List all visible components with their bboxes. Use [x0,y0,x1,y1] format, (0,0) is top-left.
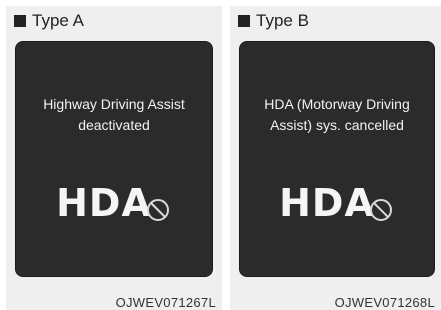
figure-code-b: OJWEV071268L [334,295,435,310]
type-b-label: Type B [256,11,309,30]
message-line-1: Highway Driving Assist [43,96,185,112]
hda-symbol-a: HDA [16,184,212,222]
message-line-1: HDA (Motorway Driving [264,96,410,112]
message-line-2: deactivated [78,117,150,133]
warning-message-b: HDA (Motorway Driving Assist) sys. cance… [240,94,434,136]
square-bullet-icon [14,15,26,27]
cancelled-circle-icon [369,199,392,221]
hda-symbol-text: HDA [56,181,152,225]
square-bullet-icon [238,15,250,27]
cluster-display-b: HDA (Motorway Driving Assist) sys. cance… [240,42,434,276]
hda-symbol-b: HDA [240,184,434,222]
warning-message-a: Highway Driving Assist deactivated [16,94,212,136]
type-a-panel: Type A Highway Driving Assist deactivate… [6,6,222,310]
cluster-display-a: Highway Driving Assist deactivated HDA [16,42,212,276]
hda-symbol-text: HDA [279,181,375,225]
type-b-panel: Type B HDA (Motorway Driving Assist) sys… [230,6,441,310]
type-a-heading: Type A [14,11,84,31]
type-b-heading: Type B [238,11,309,31]
cancelled-circle-icon [146,199,169,221]
figure-code-a: OJWEV071267L [115,295,216,310]
type-a-label: Type A [32,11,84,30]
message-line-2: Assist) sys. cancelled [270,117,404,133]
